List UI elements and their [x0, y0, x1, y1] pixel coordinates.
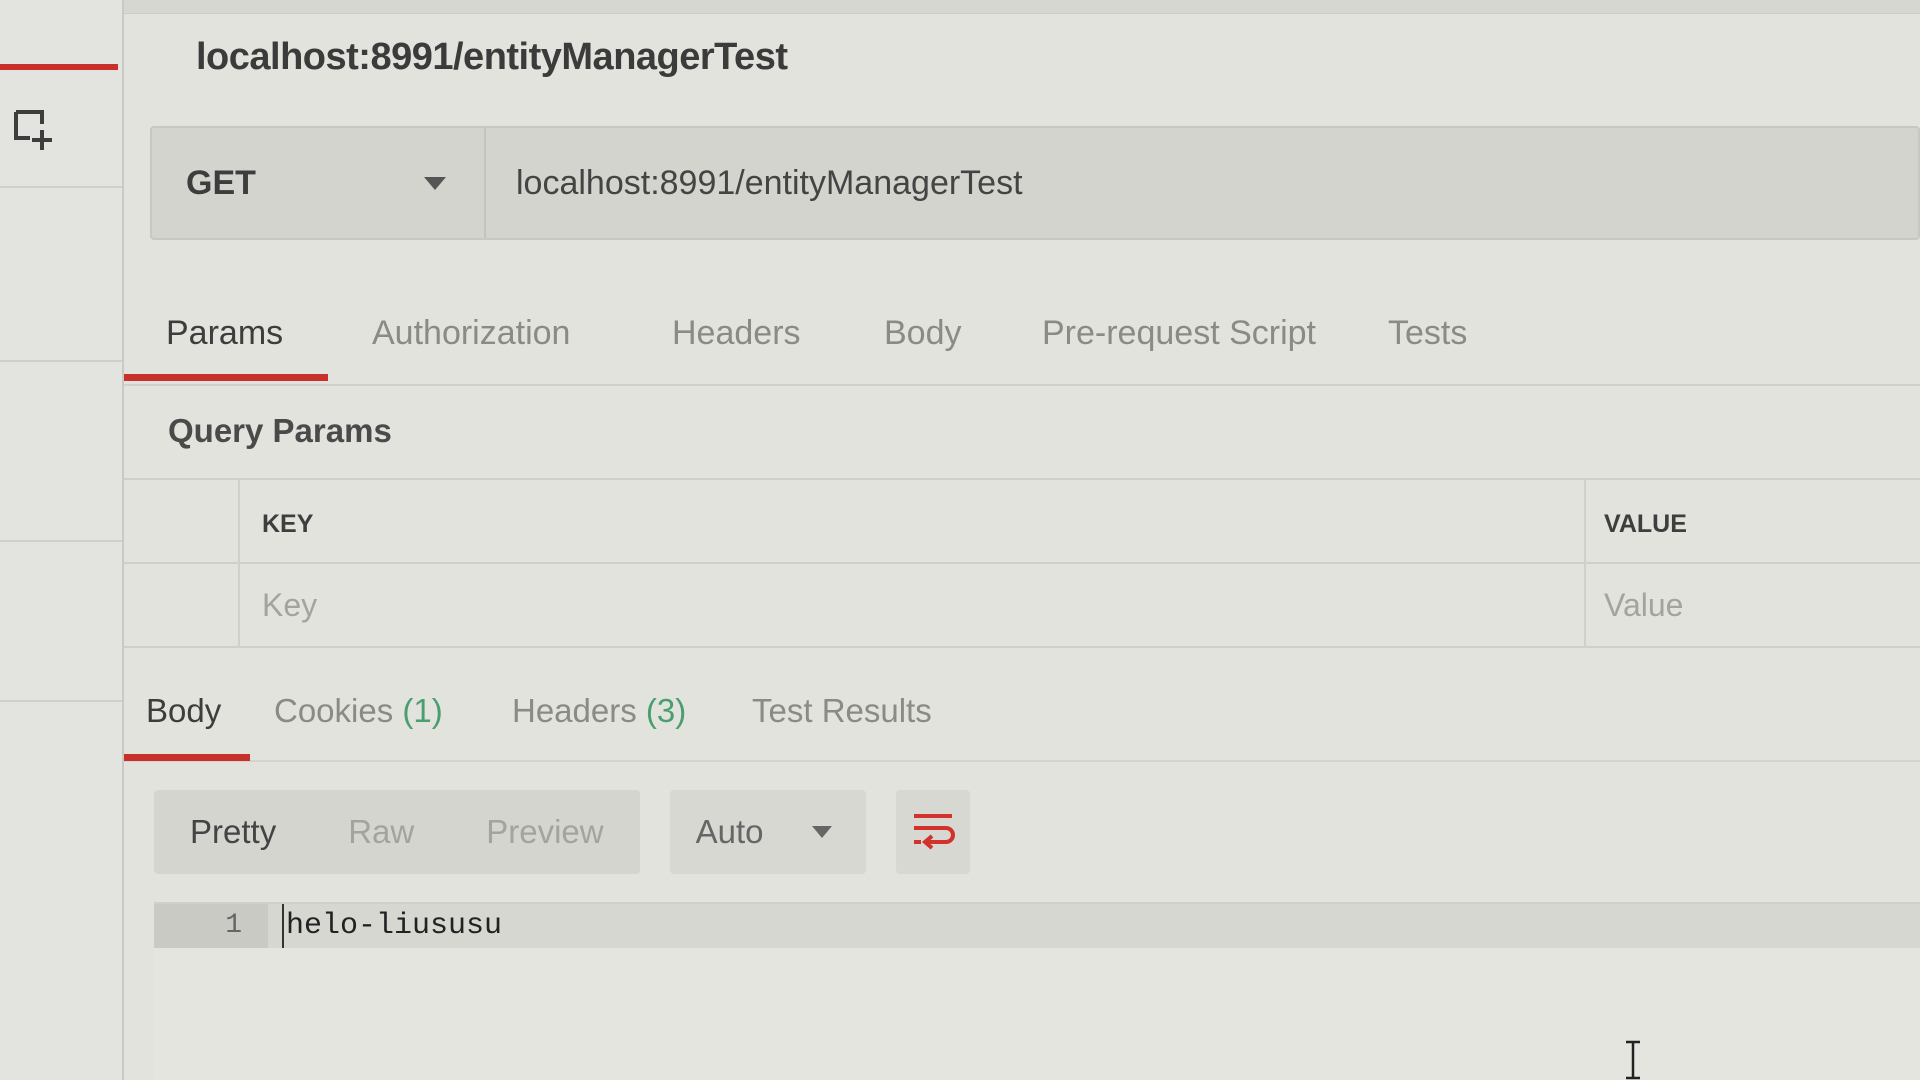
active-tab-indicator [124, 374, 328, 381]
response-tab-label: Headers [512, 692, 637, 729]
sidebar-active-indicator [0, 64, 118, 70]
response-body-editor[interactable]: 1 helo-liususu [154, 902, 1920, 1080]
sidebar-divider [0, 360, 122, 362]
query-params-title: Query Params [168, 412, 392, 449]
headers-count: (3) [645, 692, 687, 729]
new-tab-plus-icon[interactable] [12, 108, 60, 154]
url-input[interactable] [486, 128, 1918, 238]
tab-pre-request-script[interactable]: Pre-request Script [1042, 314, 1316, 353]
sidebar-divider [0, 700, 122, 702]
response-tab-label: Cookies [274, 692, 394, 729]
response-toolbar: Pretty Raw Preview Auto [154, 790, 970, 874]
params-table: KEY VALUE [124, 478, 1920, 648]
request-title[interactable]: localhost:8991/entityManagerTest [196, 36, 788, 79]
param-value-input[interactable] [1604, 574, 1904, 636]
tab-headers[interactable]: Headers [672, 314, 801, 353]
pretty-button[interactable]: Pretty [154, 790, 312, 874]
preview-button[interactable]: Preview [450, 790, 639, 874]
column-divider [238, 480, 240, 648]
response-tab-cookies[interactable]: Cookies (1) [274, 692, 443, 730]
chevron-down-icon [424, 177, 446, 190]
key-column-header: KEY [262, 510, 314, 538]
wrap-lines-icon[interactable] [895, 790, 970, 874]
url-bar: GET [150, 126, 1920, 240]
request-tabs: Params Authorization Headers Body Pre-re… [124, 300, 1920, 386]
raw-button[interactable]: Raw [312, 790, 450, 874]
chevron-down-icon [811, 826, 832, 838]
response-tab-headers[interactable]: Headers (3) [512, 692, 686, 730]
format-label: Auto [695, 813, 764, 850]
tab-authorization[interactable]: Authorization [372, 314, 570, 353]
response-tab-label: Test Results [752, 692, 932, 729]
method-select[interactable]: GET [152, 128, 486, 238]
sidebar [0, 0, 124, 1080]
row-divider [124, 562, 1920, 564]
request-pane: localhost:8991/entityManagerTest GET Par… [124, 0, 1920, 1080]
response-tab-body[interactable]: Body [146, 692, 221, 730]
active-response-tab-indicator [124, 754, 250, 761]
method-label: GET [186, 163, 256, 202]
format-select[interactable]: Auto [669, 790, 866, 874]
response-tabs: Body Cookies (1) Headers (3) Test Result… [124, 676, 1920, 762]
line-number: 1 [154, 904, 268, 948]
param-key-input[interactable] [262, 574, 1562, 636]
tab-tests[interactable]: Tests [1388, 314, 1467, 353]
tab-params[interactable]: Params [166, 314, 283, 353]
view-mode-group: Pretty Raw Preview [154, 790, 640, 874]
code-line: helo-liususu [282, 904, 502, 948]
response-tab-label: Body [146, 692, 222, 729]
value-column-header: VALUE [1604, 510, 1687, 538]
sidebar-divider [0, 186, 122, 188]
tab-strip [124, 0, 1920, 14]
column-divider [1584, 480, 1586, 648]
response-tab-test-results[interactable]: Test Results [752, 692, 932, 730]
tab-body[interactable]: Body [884, 314, 962, 353]
sidebar-divider [0, 540, 122, 542]
code-line-row: 1 helo-liususu [154, 904, 1920, 948]
cookies-count: (1) [402, 692, 443, 729]
text-cursor-icon [1626, 1040, 1640, 1080]
